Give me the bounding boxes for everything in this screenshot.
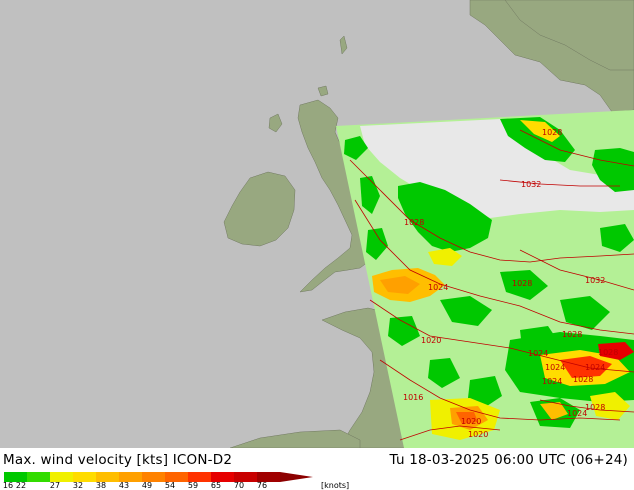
legend-swatch	[27, 472, 50, 482]
map-title: Max. wind velocity [kts] ICON-D2	[3, 452, 233, 468]
legend-tick-label: 27	[49, 481, 61, 490]
legend-tick-label: 16	[2, 481, 14, 490]
isobar-label: 1024	[542, 377, 562, 386]
isobar-label: 1032	[521, 180, 541, 189]
legend-tick-label: 59	[187, 481, 199, 490]
isobar-label: 1028	[512, 279, 532, 288]
isobar-label: 1020	[468, 430, 488, 439]
legend-tick-label: 70	[233, 481, 245, 490]
isobar-label: 1024	[428, 283, 448, 292]
legend-tick-label: 43	[118, 481, 130, 490]
legend-tick-label: 32	[72, 481, 84, 490]
legend-tick-label: 76	[256, 481, 268, 490]
isobar-label: 1024	[545, 363, 565, 372]
isobar-label: 1024	[567, 409, 587, 418]
legend-tick-label: 38	[95, 481, 107, 490]
legend-tick-label: 22	[15, 481, 27, 490]
isobar-label: 1028	[573, 375, 593, 384]
footer: Max. wind velocity [kts] ICON-D2 Tu 18-0…	[0, 448, 634, 490]
isobar-label: 1020	[461, 417, 481, 426]
isobar-label: 1024	[585, 363, 605, 372]
valid-time: Tu 18-03-2025 06:00 UTC (06+24)	[389, 452, 628, 468]
legend-tick-label: 49	[141, 481, 153, 490]
isobar-label: 1024	[528, 349, 548, 358]
legend-unit: [knots]	[321, 481, 350, 490]
legend-tick-label: 65	[210, 481, 222, 490]
isobar-label: 1028	[585, 403, 605, 412]
isobar-label: 1020	[421, 336, 441, 345]
isobar-label: 1032	[585, 276, 605, 285]
legend-swatch-arrow	[280, 472, 313, 482]
isobar-label: 1016	[403, 393, 423, 402]
wind-map: 1028 1032 1028 1024 1028 1032 1028 1020 …	[0, 0, 634, 449]
isobar-label: 1028	[542, 128, 562, 137]
isobar-label: 1028	[404, 218, 424, 227]
legend-tick-label: 54	[164, 481, 176, 490]
isobar-label: 1028	[562, 330, 582, 339]
isobar-label: 1028	[598, 348, 618, 357]
legend-ticks: 16 22 27 32 38 43 49 54 59 65 70 76	[0, 482, 634, 490]
